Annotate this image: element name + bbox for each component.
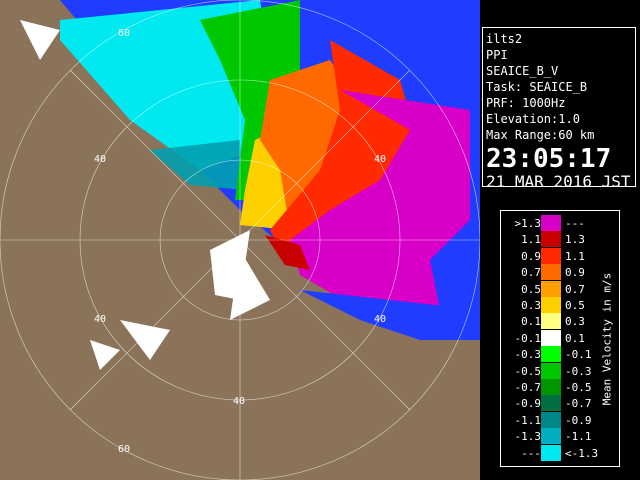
legend-min-value: 0.1: [521, 315, 541, 329]
legend-min-value: 0.9: [521, 249, 541, 263]
range-label: 40: [233, 396, 245, 407]
range-label: 40: [94, 154, 106, 165]
legend-row: -0.1 0.1: [501, 329, 601, 346]
legend-row: --- <-1.3: [501, 444, 601, 461]
legend-color-swatch: [541, 444, 561, 461]
legend-max-value: -0.3: [565, 364, 592, 378]
legend-color-swatch: [541, 379, 561, 395]
legend-color-swatch: [541, 346, 561, 363]
radar-ppi-map: 60 40 40 40 40 40 60: [0, 0, 480, 480]
legend-min-value: 0.7: [521, 266, 541, 280]
legend-min-value: -1.3: [514, 430, 542, 444]
legend-max-value: ---: [565, 217, 585, 230]
legend-min-value: -0.3: [514, 348, 542, 362]
legend-color-swatch: [541, 264, 561, 281]
legend-max-value: 0.5: [565, 299, 585, 312]
legend-color-swatch: [541, 247, 561, 264]
legend-max-value: 1.3: [565, 233, 585, 247]
legend-max-value: -0.5: [565, 381, 592, 394]
prf-value: PRF: 1000Hz: [486, 96, 566, 110]
scan-date: 21 MAR 2016 JST: [486, 172, 631, 191]
legend-row: >1.3 ---: [501, 215, 601, 231]
info-panel: ilts2 PPI SEAICE_B_V Task: SEAICE_B PRF:…: [482, 27, 636, 191]
legend-max-value: -1.1: [565, 430, 592, 444]
legend-color-swatch: [541, 297, 561, 313]
legend-row: 0.9 1.1: [501, 247, 601, 264]
elevation-value: Elevation:1.0: [486, 112, 580, 126]
range-label: 40: [94, 314, 106, 325]
legend-min-value: -0.5: [514, 364, 542, 378]
legend-row: -1.3 -1.1: [501, 428, 601, 445]
legend-min-value: ---: [521, 446, 541, 460]
legend-max-value: 0.9: [565, 266, 585, 280]
legend-max-value: <-1.3: [565, 446, 599, 460]
legend-row: 0.3 0.5: [501, 297, 601, 313]
legend-max-value: -0.7: [565, 397, 592, 411]
legend-color-swatch: [541, 411, 561, 428]
range-label: 60: [118, 28, 130, 39]
scan-mode: PPI: [486, 48, 508, 62]
legend-min-value: 0.5: [521, 282, 541, 296]
range-rings: [0, 0, 480, 480]
legend-row: -0.3 -0.1: [501, 346, 601, 363]
legend-color-swatch: [541, 395, 561, 412]
legend-color-swatch: [541, 362, 561, 379]
max-range-value: Max Range:60 km: [486, 128, 595, 142]
legend-min-value: -0.7: [514, 381, 542, 394]
legend-min-value: -0.1: [514, 331, 542, 345]
legend-max-value: 1.1: [565, 249, 585, 263]
legend-max-value: -0.1: [565, 348, 592, 362]
task-name: Task: SEAICE_B: [486, 80, 588, 94]
legend-row: 0.1 0.3: [501, 313, 601, 330]
legend-min-value: -0.9: [514, 397, 542, 411]
legend-min-value: 1.1: [521, 233, 541, 247]
legend-color-swatch: [541, 313, 561, 330]
legend-row: 0.5 0.7: [501, 280, 601, 297]
legend-row: 0.7 0.9: [501, 264, 601, 281]
legend-row: -0.9 -0.7: [501, 395, 601, 412]
legend-color-swatch: [541, 329, 561, 346]
legend-row: -1.1 -0.9: [501, 411, 601, 428]
legend-max-value: 0.1: [565, 331, 585, 345]
range-label: 40: [374, 314, 386, 325]
legend-color-swatch: [541, 231, 561, 248]
legend-max-value: -0.9: [565, 413, 592, 427]
site-name: ilts2: [486, 32, 523, 46]
legend-title-text: Mean Velocity in m/s: [600, 272, 614, 406]
legend-row: -0.7 -0.5: [501, 379, 601, 395]
legend-color-swatch: [541, 428, 561, 445]
legend-min-value: >1.3: [514, 217, 542, 230]
product-name: SEAICE_B_V: [486, 64, 559, 78]
legend-row: 1.1 1.3: [501, 231, 601, 248]
legend-min-value: 0.3: [521, 299, 541, 312]
range-label: 40: [374, 154, 386, 165]
legend-color-swatch: [541, 215, 561, 231]
legend-min-value: -1.1: [514, 413, 542, 427]
range-label: 60: [118, 444, 130, 455]
legend-max-value: 0.7: [565, 282, 585, 296]
velocity-legend: >1.3 --- 1.1 1.3 0.9 1.1 0.7 0.9 0.5 0.7 0.3 0.5 0.1…: [500, 210, 620, 467]
legend-title: Mean Velocity in m/s: [597, 219, 617, 459]
legend-row: -0.5 -0.3: [501, 362, 601, 379]
legend-max-value: 0.3: [565, 315, 585, 329]
scan-time: 23:05:17: [486, 144, 612, 174]
legend-color-swatch: [541, 280, 561, 297]
